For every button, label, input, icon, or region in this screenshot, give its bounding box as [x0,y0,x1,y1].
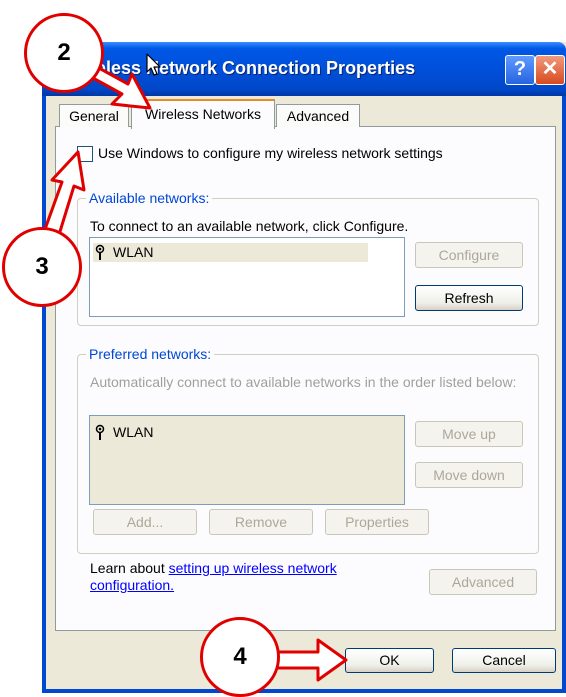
annotation-arrow-4 [272,638,348,682]
mouse-cursor-icon [146,53,161,76]
annotation-arrows [42,60,348,682]
annotation-step-3: 3 [2,227,82,307]
annotation-step-4: 4 [200,617,280,697]
annotation-step-2: 2 [24,13,104,93]
annotation-arrow-3 [42,150,86,240]
